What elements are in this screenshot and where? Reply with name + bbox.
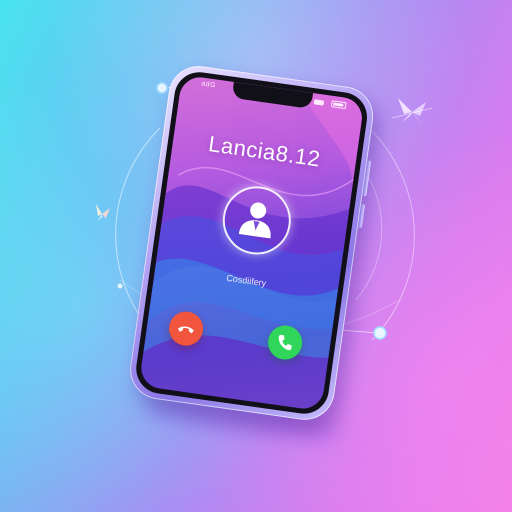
phone-bezel: adG Lancia8.12 Cosdiifery (133, 69, 371, 417)
butterfly-icon-right (391, 98, 433, 124)
node-dot-bottom (373, 326, 387, 340)
node-dot-small-left (117, 283, 123, 289)
volume-button (357, 203, 366, 229)
phone-icon (278, 334, 292, 351)
phone-down-icon (178, 326, 194, 334)
user-icon (238, 202, 271, 239)
power-button (362, 160, 372, 197)
incoming-call-screen: adG Lancia8.12 Cosdiifery (138, 74, 365, 412)
butterfly-icon-left (96, 204, 110, 222)
signal-icon (313, 99, 325, 106)
node-dot-top (156, 82, 168, 94)
smartphone: adG Lancia8.12 Cosdiifery (125, 62, 393, 446)
